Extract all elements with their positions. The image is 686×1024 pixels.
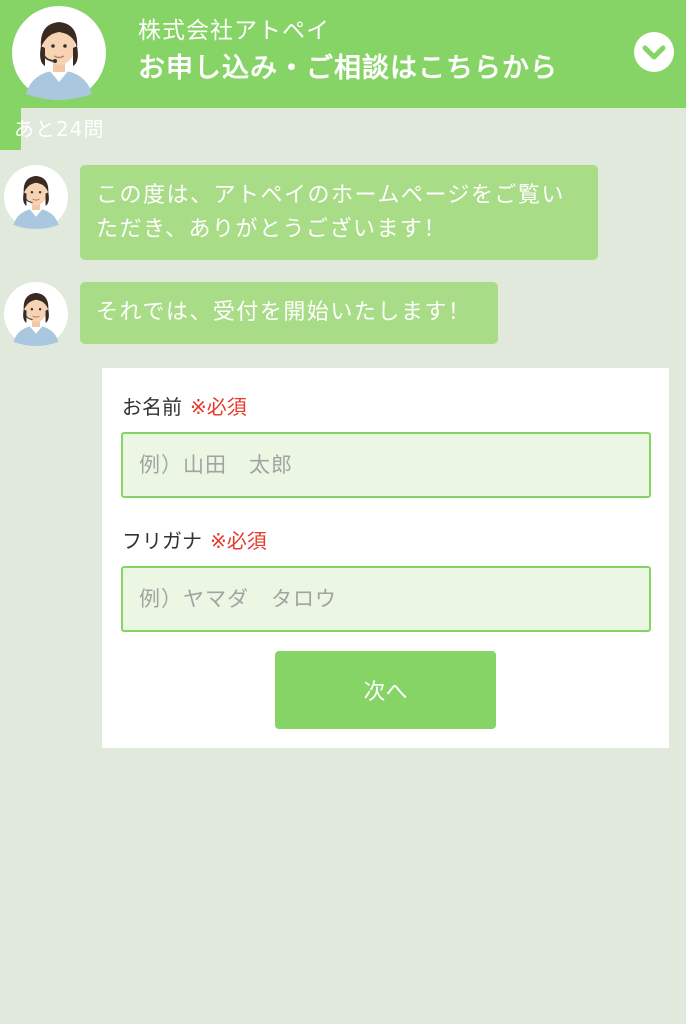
furigana-input[interactable] [121, 566, 651, 632]
header-headline: お申し込み・ご相談はこちらから [138, 53, 558, 84]
operator-avatar [4, 282, 68, 346]
name-field-label: お名前 ※必須 [122, 394, 247, 420]
progress-bar: あと24問 [0, 108, 686, 150]
next-button[interactable]: 次へ [275, 651, 496, 729]
message-line: この度は、アトペイのホームページをご覧い [96, 183, 565, 208]
chevron-down-icon [642, 45, 666, 60]
furigana-field-label: フリガナ ※必須 [122, 528, 267, 554]
required-badge: ※必須 [190, 395, 247, 419]
entry-form: お名前 ※必須 フリガナ ※必須 次へ [102, 368, 669, 748]
company-name: 株式会社アトペイ [138, 18, 330, 44]
message-line: ただき、ありがとうございます！ [96, 217, 447, 242]
chat-message: この度は、アトペイのホームページをご覧い ただき、ありがとうございます！ [80, 165, 598, 260]
message-line: それでは、受付を開始いたします！ [96, 300, 472, 325]
operator-avatar [12, 6, 106, 100]
furigana-label-text: フリガナ [122, 529, 202, 553]
chat-message: それでは、受付を開始いたします！ [80, 282, 498, 344]
name-label-text: お名前 [122, 395, 182, 419]
remaining-questions: あと24問 [14, 117, 105, 141]
name-input[interactable] [121, 432, 651, 498]
chat-header: 株式会社アトペイ お申し込み・ご相談はこちらから [0, 0, 686, 108]
collapse-toggle-button[interactable] [634, 32, 674, 72]
required-badge: ※必須 [210, 529, 267, 553]
operator-avatar [4, 165, 68, 229]
